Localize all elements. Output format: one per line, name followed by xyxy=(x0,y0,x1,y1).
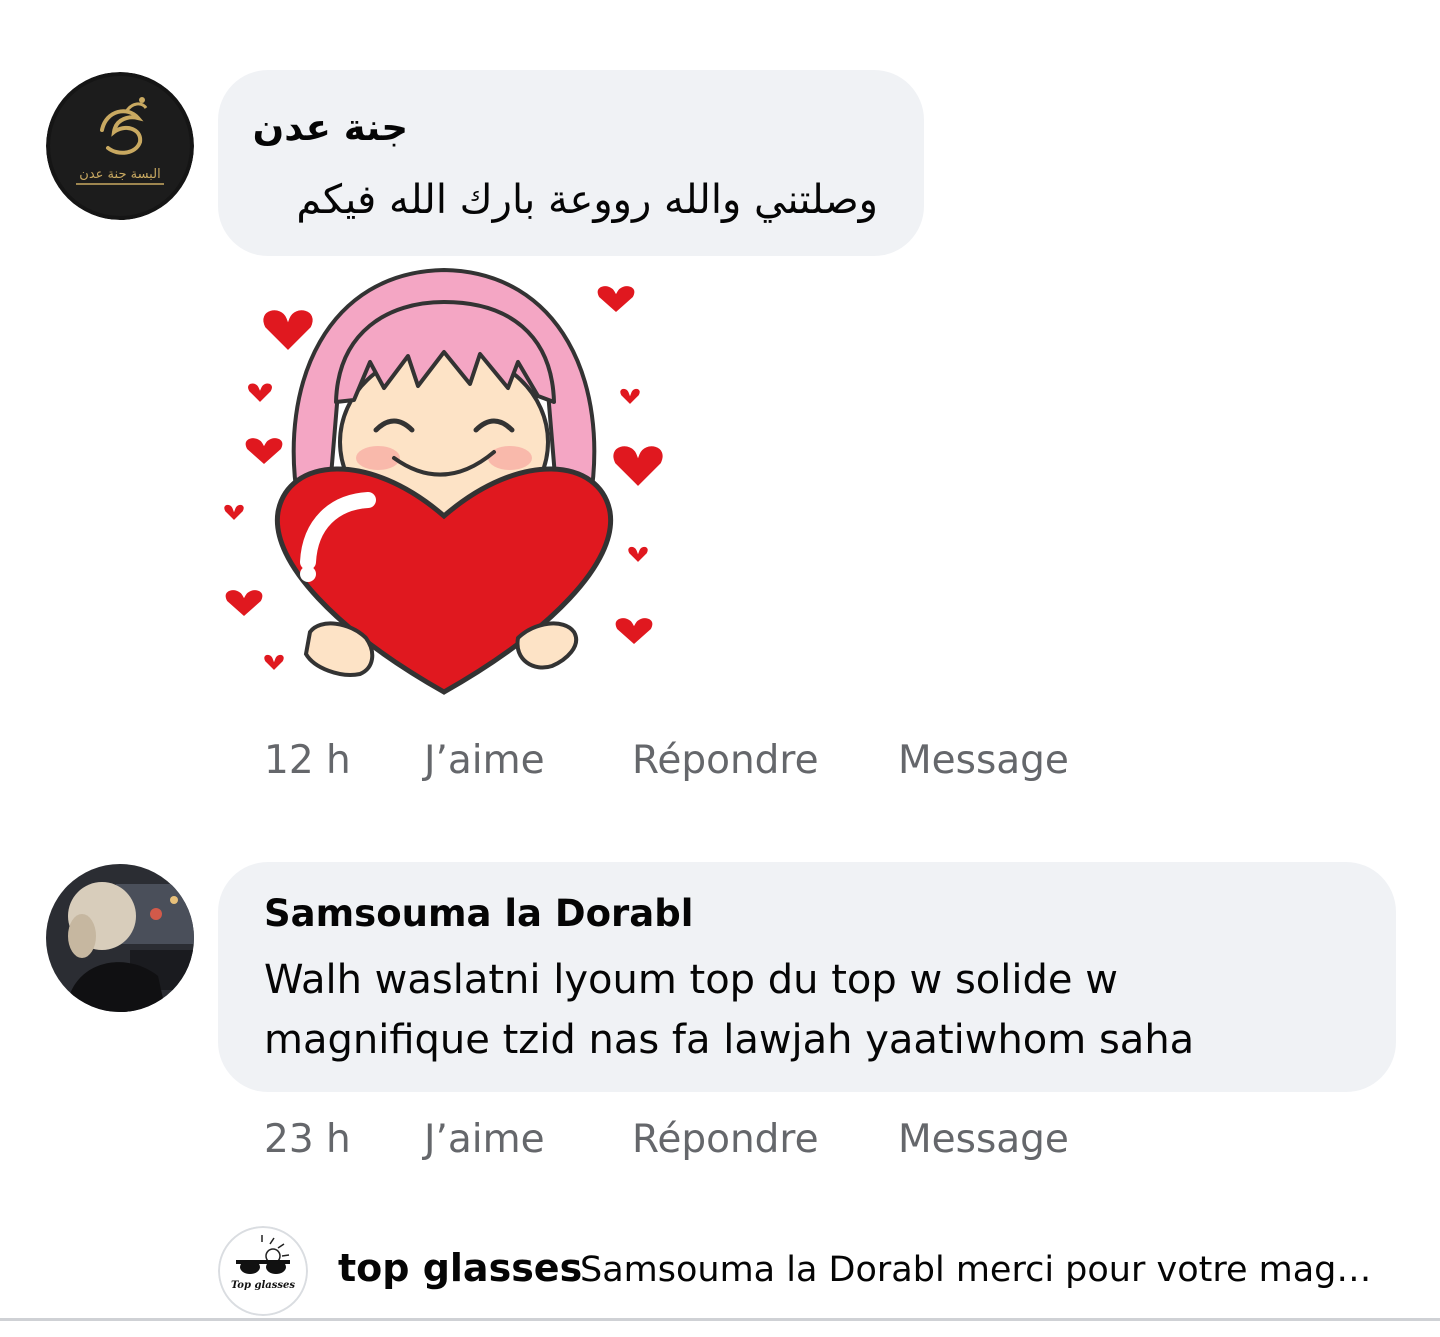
like-button[interactable]: J’aime xyxy=(424,1117,545,1162)
reply-author[interactable]: top glasses xyxy=(338,1246,582,1290)
comment-author[interactable]: Samsouma la Dorabl xyxy=(264,892,693,935)
avatar-jannat-aden[interactable]: البسة جنة عدن xyxy=(46,72,194,220)
avatar-top-glasses[interactable]: Top glasses xyxy=(218,1226,308,1316)
comment-time: 23 h xyxy=(264,1117,351,1162)
girl-hugging-heart-sticker-icon xyxy=(218,262,670,714)
comment-text: وصلتني والله رووعة بارك الله فيكم xyxy=(296,177,878,223)
comment-text-line-2: magnifique tzid nas fa lawjah yaatiwhom … xyxy=(264,1017,1195,1063)
message-button[interactable]: Message xyxy=(898,738,1069,783)
comment-bubble: جنة عدن وصلتني والله رووعة بارك الله فيك… xyxy=(218,70,924,256)
reply-button[interactable]: Répondre xyxy=(632,1117,819,1162)
comment-text-line-1: Walh waslatni lyoum top du top w solide … xyxy=(264,957,1118,1003)
reply-preview[interactable]: Top glasses top glasses Samsouma la Dora… xyxy=(218,1226,1418,1316)
avatar-samsouma[interactable] xyxy=(46,864,194,1012)
reply-button[interactable]: Répondre xyxy=(632,738,819,783)
avatar-caption: Top glasses xyxy=(231,1280,295,1291)
comment-time: 12 h xyxy=(264,738,351,783)
comment-bubble: Samsouma la Dorabl Walh waslatni lyoum t… xyxy=(218,862,1396,1092)
divider xyxy=(0,1318,1440,1321)
like-button[interactable]: J’aime xyxy=(424,738,545,783)
message-button[interactable]: Message xyxy=(898,1117,1069,1162)
avatar-caption: البسة جنة عدن xyxy=(79,167,160,182)
comment-author[interactable]: جنة عدن xyxy=(253,106,408,149)
reply-text: Samsouma la Dorabl merci pour votre magn… xyxy=(580,1250,1380,1290)
